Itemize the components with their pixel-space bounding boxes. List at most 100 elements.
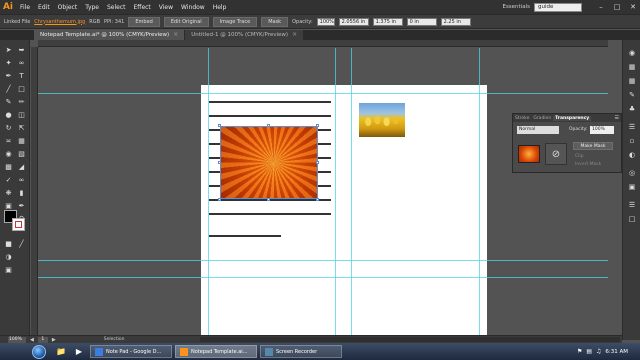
symbols-icon[interactable]: ♣ — [627, 104, 637, 114]
lasso-icon[interactable]: ∞ — [16, 57, 27, 68]
edit-original-button[interactable]: Edit Original — [163, 16, 209, 27]
appearance-icon[interactable]: ◎ — [627, 168, 637, 178]
linked-file-name[interactable]: Chrysanthemum.jpg — [34, 19, 85, 25]
start-button[interactable] — [32, 344, 46, 359]
guide-vertical[interactable] — [208, 48, 209, 335]
menu-view[interactable]: View — [155, 4, 177, 11]
panel-menu-icon[interactable]: ☰ — [615, 115, 621, 121]
tab-transparency[interactable]: Transparency — [553, 115, 592, 121]
menu-file[interactable]: File — [16, 4, 34, 11]
clip-checkbox[interactable]: Clip — [575, 154, 584, 159]
color-guide-icon[interactable]: ▦ — [627, 62, 637, 72]
rotate-tool-icon[interactable]: ↻ — [3, 122, 14, 133]
graphic-styles-icon[interactable]: ▣ — [627, 182, 637, 192]
horizontal-ruler[interactable] — [38, 40, 608, 47]
brushes-icon[interactable]: ✎ — [627, 90, 637, 100]
first-artboard-icon[interactable]: ◀ — [30, 337, 34, 343]
x-position-field[interactable]: 2.0556 in — [338, 17, 369, 26]
guide-vertical[interactable] — [479, 48, 480, 335]
menu-select[interactable]: Select — [103, 4, 130, 11]
menu-type[interactable]: Type — [81, 4, 103, 11]
last-artboard-icon[interactable]: ▶ — [52, 337, 56, 343]
width-field[interactable]: 0 in — [406, 17, 437, 26]
mask-button[interactable]: Mask — [261, 16, 289, 27]
flag-icon[interactable]: ⚑ — [577, 348, 582, 355]
selection-handle[interactable] — [267, 198, 270, 201]
height-field[interactable]: 2.25 in — [440, 17, 471, 26]
width-tool-icon[interactable]: ≍ — [3, 135, 14, 146]
guide-horizontal[interactable] — [38, 93, 608, 94]
workspace-switcher[interactable]: Essentials — [502, 4, 530, 10]
transparency-panel-icon[interactable]: ◐ — [627, 150, 637, 160]
layers-icon[interactable]: ☰ — [627, 200, 637, 210]
horizontal-scrollbar[interactable] — [200, 337, 620, 342]
vertical-ruler[interactable] — [31, 47, 38, 335]
close-icon[interactable]: × — [292, 30, 297, 40]
blob-brush-icon[interactable]: ● — [3, 109, 14, 120]
guide-horizontal[interactable] — [38, 277, 608, 278]
slice-tool-icon[interactable]: ✒ — [16, 200, 27, 211]
free-transform-icon[interactable]: ▦ — [16, 135, 27, 146]
selection-handle[interactable] — [218, 198, 221, 201]
guide-vertical[interactable] — [351, 48, 352, 335]
zoom-level[interactable]: 100% — [8, 336, 26, 343]
artboard[interactable] — [201, 85, 487, 335]
network-icon[interactable]: ▤ — [586, 348, 592, 355]
close-icon[interactable]: × — [173, 30, 178, 40]
selection-handle[interactable] — [218, 124, 221, 127]
selection-handle[interactable] — [316, 198, 319, 201]
embed-button[interactable]: Embed — [128, 16, 160, 27]
taskbar-item-notepad[interactable]: Note Pad - Google D... — [90, 345, 172, 358]
artboards-icon[interactable]: □ — [627, 214, 637, 224]
opacity-field[interactable]: 100% — [316, 17, 335, 26]
selection-handle[interactable] — [316, 161, 319, 164]
line-tool-icon[interactable]: ╱ — [3, 83, 14, 94]
search-input[interactable]: guide — [534, 2, 582, 12]
screen-mode-icon[interactable]: ▣ — [3, 264, 14, 275]
invert-mask-checkbox[interactable]: Invert Mask — [575, 162, 601, 167]
stroke-panel-icon[interactable]: ☰ — [627, 122, 637, 132]
gradient-panel-icon[interactable]: ▫ — [627, 136, 637, 146]
pencil-icon[interactable]: ✏ — [16, 96, 27, 107]
draw-mode-icon[interactable]: ◑ — [3, 251, 14, 262]
eraser-icon[interactable]: ◫ — [16, 109, 27, 120]
selection-handle[interactable] — [316, 124, 319, 127]
selection-tool-icon[interactable]: ➤ — [3, 44, 14, 55]
guide-vertical[interactable] — [335, 48, 336, 335]
color-panel-icon[interactable]: ◉ — [627, 48, 637, 58]
opacity-field[interactable]: 100% — [590, 126, 614, 134]
taskbar-item-illustrator[interactable]: Notepad Template.ai... — [175, 345, 257, 358]
paintbrush-icon[interactable]: ✎ — [3, 96, 14, 107]
tab-stroke[interactable]: Stroke — [513, 116, 531, 121]
symbol-sprayer-icon[interactable]: ❋ — [3, 187, 14, 198]
eyedropper-icon[interactable]: ✓ — [3, 174, 14, 185]
perspective-grid-icon[interactable]: ▧ — [16, 148, 27, 159]
chrysanthemum-image[interactable] — [220, 126, 318, 199]
column-graph-icon[interactable]: ▮ — [16, 187, 27, 198]
menu-object[interactable]: Object — [54, 4, 82, 11]
scale-tool-icon[interactable]: ⇱ — [16, 122, 27, 133]
y-position-field[interactable]: 1.375 in — [372, 17, 403, 26]
pen-tool-icon[interactable]: ✒ — [3, 70, 14, 81]
guide-horizontal[interactable] — [38, 260, 608, 261]
direct-selection-tool-icon[interactable]: ➥ — [16, 44, 27, 55]
minimize-icon[interactable]: – — [594, 2, 608, 12]
color-mode-icon[interactable]: ■ — [3, 238, 14, 249]
canvas[interactable] — [38, 48, 608, 335]
make-mask-button[interactable]: Make Mask — [573, 142, 613, 150]
none-swatch-icon[interactable]: ╱ — [16, 238, 27, 249]
tab-untitled[interactable]: Untitled-1 @ 100% (CMYK/Preview) × — [185, 30, 304, 40]
selection-handle[interactable] — [218, 161, 221, 164]
clock[interactable]: 6:31 AM — [605, 349, 628, 355]
close-icon[interactable]: ✕ — [626, 2, 640, 12]
maximize-icon[interactable]: □ — [610, 2, 624, 12]
artboard-number[interactable]: 1 — [37, 336, 48, 343]
menu-edit[interactable]: Edit — [34, 4, 54, 11]
shape-builder-icon[interactable]: ◉ — [3, 148, 14, 159]
menu-help[interactable]: Help — [209, 4, 231, 11]
media-player-icon[interactable]: ▶ — [72, 346, 86, 358]
mesh-tool-icon[interactable]: ▩ — [3, 161, 14, 172]
volume-icon[interactable]: ♫ — [596, 348, 601, 355]
tab-gradient[interactable]: Gradien — [531, 116, 553, 121]
blend-tool-icon[interactable]: ∞ — [16, 174, 27, 185]
